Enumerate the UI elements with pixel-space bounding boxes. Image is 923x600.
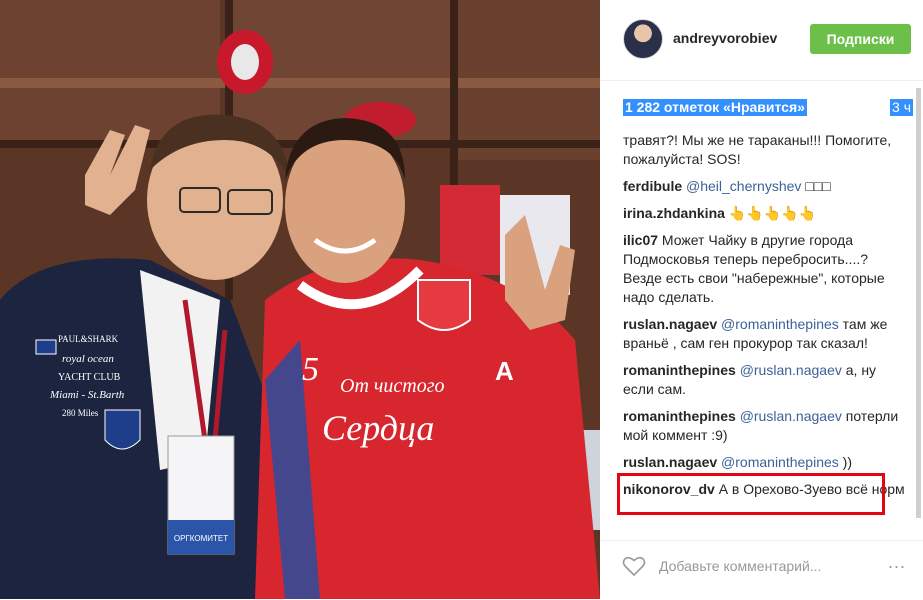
comment-text: травят?! Мы же не тараканы!!! Помогите, … — [623, 132, 892, 167]
comment-item: romaninthepines @ruslan.nagaev потерли м… — [623, 407, 906, 445]
jacket-line1: royal ocean — [62, 353, 114, 365]
comment-item: ferdibule @heil_chernyshev □□□ — [623, 177, 906, 196]
post-meta: 1 282 отметок «Нравится» 3 ч — [623, 99, 913, 117]
comment-username[interactable]: ferdibule — [623, 178, 682, 194]
comment-item: ruslan.nagaev @romaninthepines )) — [623, 453, 906, 472]
comment-item: ilic07 Может Чайку в другие города Подмо… — [623, 231, 906, 307]
comment-bar: ... — [600, 540, 923, 600]
comment-input[interactable] — [657, 553, 836, 579]
post-photo[interactable]: ОРГКОМИТЕТ PAUL&SHARK royal ocean YACHT … — [0, 0, 600, 599]
comment-username[interactable]: romaninthepines — [623, 362, 736, 378]
jacket-line2: YACHT CLUB — [58, 372, 121, 383]
comment-text: Может Чайку в другие города Подмосковья … — [623, 232, 885, 305]
comment-item: romaninthepines @ruslan.nagaev а, ну есл… — [623, 361, 906, 399]
photo-illustration: ОРГКОМИТЕТ PAUL&SHARK royal ocean YACHT … — [0, 0, 600, 599]
jacket-line4: 280 Miles — [62, 408, 99, 418]
jacket-line3: Miami - St.Barth — [49, 389, 125, 401]
comment-username[interactable]: irina.zhdankina — [623, 205, 725, 221]
jersey-number-mark: 5 — [302, 351, 319, 388]
comment-username[interactable]: ruslan.nagaev — [623, 454, 717, 470]
comment-item: травят?! Мы же не тараканы!!! Помогите, … — [623, 131, 906, 169]
post-header: andreyvorobiev Подписки — [600, 0, 923, 81]
comment-mention[interactable]: @ruslan.nagaev — [740, 408, 842, 424]
comment-item: ruslan.nagaev @romaninthepines там же вр… — [623, 315, 906, 353]
comment-item: irina.zhdankina 👆👆👆👆👆 — [623, 204, 906, 223]
post-time[interactable]: 3 ч — [890, 99, 913, 116]
scrollbar-thumb[interactable] — [916, 88, 921, 518]
comment-username[interactable]: romaninthepines — [623, 408, 736, 424]
comment-mention[interactable]: @romaninthepines — [721, 454, 839, 470]
comment-text: □□□ — [805, 178, 831, 194]
jersey-text-1: От чистого — [340, 375, 445, 397]
comment-username[interactable]: ilic07 — [623, 232, 658, 248]
comment-mention[interactable]: @romaninthepines — [721, 316, 839, 332]
post-username[interactable]: andreyvorobiev — [673, 30, 777, 46]
comment-text: 👆👆👆👆👆 — [728, 205, 816, 221]
jersey-letter: А — [495, 356, 514, 386]
comment-text: )) — [842, 454, 852, 470]
likes-count[interactable]: 1 282 отметок «Нравится» — [623, 99, 807, 116]
more-options-icon[interactable]: ... — [888, 552, 906, 573]
comment-scrollbar[interactable] — [916, 88, 921, 518]
badge-label: ОРГКОМИТЕТ — [174, 534, 228, 543]
jersey-text-2: Сердца — [322, 408, 434, 448]
comment-list: травят?! Мы же не тараканы!!! Помогите, … — [623, 131, 906, 507]
heart-icon[interactable] — [622, 555, 646, 577]
avatar[interactable] — [623, 19, 663, 59]
highlight-box — [617, 473, 885, 515]
follow-button[interactable]: Подписки — [810, 24, 911, 54]
comment-mention[interactable]: @heil_chernyshev — [686, 178, 801, 194]
comment-mention[interactable]: @ruslan.nagaev — [740, 362, 842, 378]
jacket-brand: PAUL&SHARK — [58, 334, 119, 344]
comment-username[interactable]: ruslan.nagaev — [623, 316, 717, 332]
